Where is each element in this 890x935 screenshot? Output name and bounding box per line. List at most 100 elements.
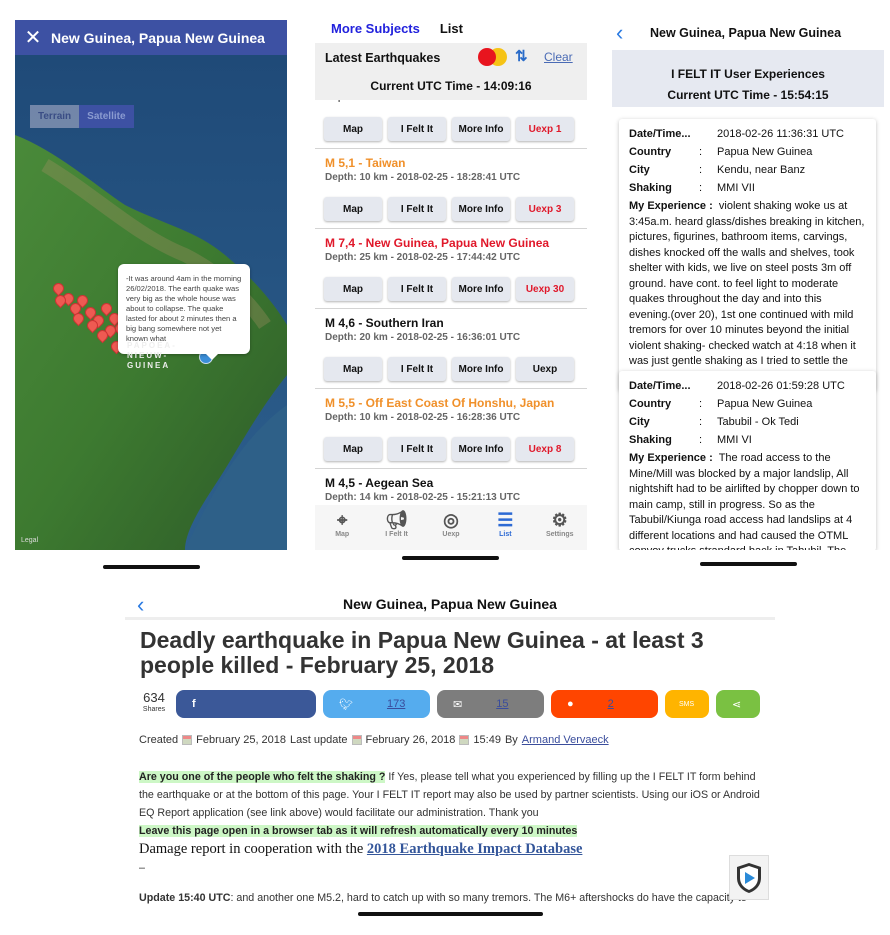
reddit-icon: ● [567,698,574,710]
item-buttons: Map I Felt It More Info Uexp [324,357,574,381]
city-row: City: Kendu, near Banz [629,164,806,176]
article-screen: ‹ New Guinea, Papua New Guinea Deadly ea… [125,590,775,910]
facebook-icon: f [192,698,196,710]
facebook-share-button[interactable]: f [176,690,316,718]
list-header: Latest Earthquakes ⇅ Clear Current UTC T… [315,43,587,100]
author-link[interactable]: Armand Vervaeck [522,734,609,746]
list-heading: Latest Earthquakes [325,51,441,65]
tab-map[interactable]: ⌖ Map [315,505,369,550]
email-share-button[interactable]: ✉ 15 [437,690,544,718]
article-meta: Created February 25, 2018 Last update Feb… [139,734,609,746]
back-chevron-icon[interactable]: ‹ [137,592,144,618]
country-row: Country: Papua New Guinea [629,398,813,410]
article-headline: Deadly earthquake in Papua New Guinea - … [140,627,704,678]
security-shield-icon[interactable] [729,855,769,900]
i-felt-it-button[interactable]: I Felt It [388,277,446,301]
twitter-icon: 🐦︎ [339,698,353,711]
felt-it-screen: ‹ New Guinea, Papua New Guinea I FELT IT… [612,15,884,550]
satellite-button[interactable]: Satellite [79,105,134,128]
experience-text: My Experience : violent shaking woke us … [629,200,865,383]
map-button[interactable]: Map [324,277,382,301]
tab-i-felt-it[interactable]: 📢︎ I Felt It [370,505,424,550]
map-region-label: PAPOEA- NIEUW- GUINEA [127,341,177,370]
quake-details: Depth: 10 km - 2018-02-25 - 18:28:41 UTC [325,172,521,183]
list-screen: More Subjects List Latest Earthquakes ⇅ … [315,15,587,550]
back-chevron-icon[interactable]: ‹ [612,20,650,46]
terrain-button[interactable]: Terrain [30,105,80,128]
uexp-button[interactable]: Uexp 30 [516,277,574,301]
date-row: Date/Time... 2018-02-26 11:36:31 UTC [629,128,844,140]
more-info-button[interactable]: More Info [452,357,510,381]
list-item[interactable]: M 5,5 - Off East Coast Of Honshu, Japan D… [315,389,587,469]
i-felt-it-button[interactable]: I Felt It [388,357,446,381]
map-button[interactable]: Map [324,117,382,141]
more-subjects-link[interactable]: More Subjects [331,21,420,36]
more-info-button[interactable]: More Info [452,437,510,461]
sms-share-button[interactable]: SMS [665,690,709,718]
item-buttons: Map I Felt It More Info Uexp 3 [324,197,574,221]
legal-link[interactable]: Legal [21,537,38,544]
list-icon: ☰ [497,510,514,530]
quake-details: Depth: 20 km - 2018-02-25 - 16:36:01 UTC [325,332,521,343]
i-felt-it-button[interactable]: I Felt It [388,117,446,141]
map-button[interactable]: Map [324,197,382,221]
email-icon: ✉ [453,698,463,711]
list-item[interactable]: M 7,4 - New Guinea, Papua New Guinea Dept… [315,229,587,309]
quake-title: M 5,5 - Off East Coast Of Honshu, Japan [325,396,555,410]
more-info-button[interactable]: More Info [452,277,510,301]
uexp-button[interactable]: Uexp 8 [516,437,574,461]
list-title: List [439,20,463,36]
quake-title: M 5,1 - Taiwan [325,156,406,170]
share-bar: 634 Shares f 🐦︎ 173 ✉ 15 ● 2 SMS ⋖ [139,690,761,718]
clear-link[interactable]: Clear [544,50,573,64]
tab-uexp[interactable]: ◎ Uexp [424,505,478,550]
close-icon[interactable]: ✕ [15,25,51,50]
impact-database-link[interactable]: 2018 Earthquake Impact Database [367,841,583,857]
article-header: ‹ New Guinea, Papua New Guinea [125,590,775,620]
map-button[interactable]: Map [324,437,382,461]
twitter-share-button[interactable]: 🐦︎ 173 [323,690,430,718]
item-buttons: Map I Felt It More Info Uexp 30 [324,277,574,301]
map-screen: ✕ New Guinea, Papua New Guinea Terrain S… [15,20,287,550]
i-felt-it-button[interactable]: I Felt It [388,197,446,221]
tab-bar: ⌖ Map 📢︎ I Felt It ◎ Uexp ☰ List ⚙ Settings [315,505,587,550]
city-row: City: Tabubil - Ok Tedi [629,416,799,428]
map-title: New Guinea, Papua New Guinea [51,29,265,46]
uexp-button[interactable]: Uexp [516,357,574,381]
experience-card: Date/Time... 2018-02-26 01:59:28 UTC Count… [619,371,876,550]
satellite-map[interactable]: Terrain Satellite -It was around 4am in … [15,55,287,550]
calendar-icon [351,735,362,745]
share-icon: ⋖ [732,698,742,711]
country-row: Country: Papua New Guinea [629,146,813,158]
article-screen-title: New Guinea, Papua New Guinea [343,595,557,612]
uexp-button[interactable]: Uexp 1 [516,117,574,141]
sms-icon: SMS [679,700,695,708]
utc-time: Current UTC Time - 14:09:16 [370,79,532,93]
more-info-button[interactable]: More Info [452,197,510,221]
shaking-row: Shaking: MMI VI [629,434,752,446]
more-info-button[interactable]: More Info [452,117,510,141]
i-felt-it-button[interactable]: I Felt It [388,437,446,461]
tab-settings[interactable]: ⚙ Settings [533,505,587,550]
calendar-icon [182,735,193,745]
home-indicator [700,562,797,566]
list-item[interactable]: M 5,1 - Taiwan Depth: 10 km - 2018-02-25 … [315,149,587,229]
felt-title: New Guinea, Papua New Guinea [650,25,842,40]
experience-card: Date/Time... 2018-02-26 11:36:31 UTC Count… [619,119,876,391]
list-item[interactable]: M 4,6 - Southern Iran Depth: 20 km - 2018… [315,309,587,389]
quake-details: Depth: 25 km - 2018-02-25 - 17:44:42 UTC [325,252,521,263]
band-title: I FELT IT User Experiences [671,67,825,81]
felt-header: ‹ New Guinea, Papua New Guinea [612,15,884,50]
color-filter-icon[interactable] [478,48,508,66]
quake-details: Depth: 10 km - 2018-02-25 - 16:28:36 UTC [325,412,521,423]
megaphone-icon: 📢︎ [385,510,408,530]
map-button[interactable]: Map [324,357,382,381]
uexp-button[interactable]: Uexp 3 [516,197,574,221]
article-body: Are you one of the people who felt the s… [139,771,760,904]
share-button[interactable]: ⋖ [716,690,760,718]
tab-list[interactable]: ☰ List [478,505,532,550]
share-count: 634 Shares [142,690,166,713]
quake-title: M 4,5 - Aegean Sea [325,476,434,490]
reddit-share-button[interactable]: ● 2 [551,690,658,718]
sort-icon[interactable]: ⇅ [515,47,528,65]
